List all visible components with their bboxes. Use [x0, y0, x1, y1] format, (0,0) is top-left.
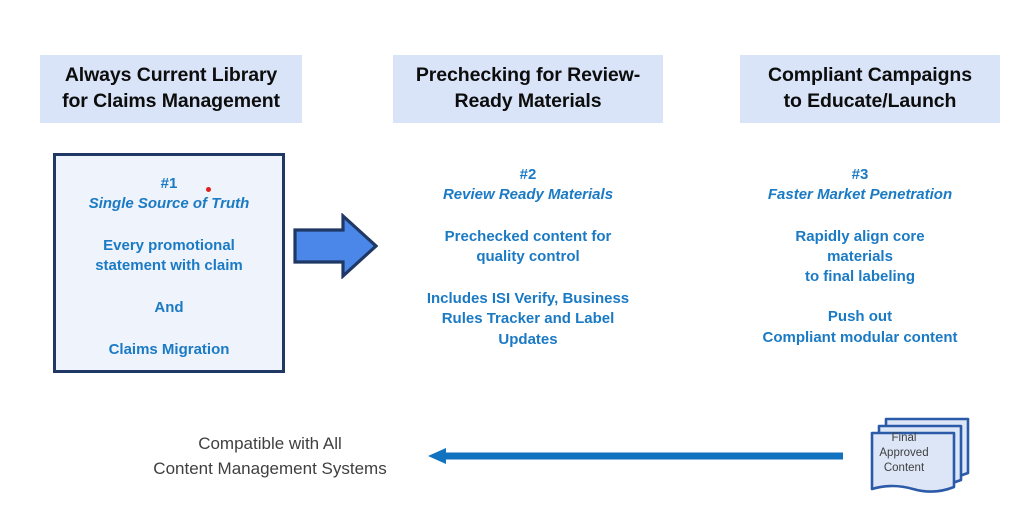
- column-2-paragraph-1-line-2: quality control: [476, 248, 580, 266]
- column-header-3-line1: Compliant Campaigns: [768, 64, 972, 87]
- column-1-paragraph-3: Claims Migration: [56, 340, 282, 360]
- document-sheet-1: [870, 431, 956, 493]
- column-2-paragraph-2-line-1: Includes ISI Verify, Business: [426, 290, 630, 308]
- left-line-arrow-head: [428, 448, 446, 464]
- column-1-paragraph-3-line-1: Claims Migration: [108, 341, 230, 359]
- column-2-paragraph-2-line-3: Updates: [498, 330, 558, 348]
- footer-caption-line2: Content Management Systems: [153, 458, 387, 478]
- column-1-paragraph-1-line-2: statement with claim: [95, 257, 243, 275]
- column-header-3: Compliant Campaigns to Educate/Launch: [740, 55, 1000, 123]
- column-2-subtitle: Review Ready Materials: [442, 186, 614, 204]
- column-header-2: Prechecking for Review- Ready Materials: [393, 55, 663, 123]
- column-3-paragraph-2-line-2: Compliant modular content: [762, 328, 958, 346]
- column-1-paragraph-2: And: [56, 298, 282, 318]
- footer-caption: Compatible with All Content Management S…: [120, 432, 420, 481]
- column-header-1: Always Current Library for Claims Manage…: [40, 55, 302, 123]
- column-2-paragraph-2-line-2: Rules Tracker and Label: [441, 310, 615, 328]
- column-body-3: #3 Faster Market Penetration Rapidly ali…: [722, 165, 998, 348]
- column-3-paragraph-1-line-1: Rapidly align core: [795, 228, 925, 246]
- column-1-number: #1: [160, 175, 178, 192]
- column-3-number: #3: [851, 166, 869, 183]
- column-1-subtitle: Single Source of Truth: [88, 195, 250, 213]
- column-1-paragraph-2-line-1: And: [154, 299, 184, 317]
- column-3-subtitle: Faster Market Penetration: [767, 186, 953, 204]
- column-header-2-line1: Prechecking for Review-: [415, 64, 641, 87]
- column-header-1-line1: Always Current Library: [64, 64, 278, 87]
- column-body-1: #1 Single Source of Truth Every promotio…: [53, 153, 285, 373]
- column-header-1-line2: for Claims Management: [62, 90, 280, 112]
- column-2-number: #2: [519, 166, 537, 183]
- document-stack-icon: [870, 417, 970, 493]
- column-header-1-text: Always Current Library for Claims Manage…: [62, 63, 280, 114]
- column-2-paragraph-2: Includes ISI Verify, Business Rules Trac…: [390, 289, 666, 349]
- column-body-2: #2 Review Ready Materials Prechecked con…: [390, 165, 666, 350]
- column-3-paragraph-1: Rapidly align core materials to final la…: [722, 227, 998, 287]
- column-header-2-text: Prechecking for Review- Ready Materials: [416, 63, 640, 114]
- column-2-paragraph-1-line-1: Prechecked content for: [444, 228, 612, 246]
- column-header-3-text: Compliant Campaigns to Educate/Launch: [768, 63, 972, 114]
- diagram-canvas: Always Current Library for Claims Manage…: [0, 0, 1024, 532]
- column-2-paragraph-1: Prechecked content for quality control: [390, 227, 666, 267]
- right-block-arrow-icon: [293, 213, 378, 279]
- column-1-paragraph-1: Every promotional statement with claim: [56, 236, 282, 276]
- column-1-paragraph-1-line-1: Every promotional: [103, 237, 235, 255]
- column-3-paragraph-1-line-3: to final labeling: [804, 268, 915, 286]
- column-header-2-line2: Ready Materials: [454, 90, 602, 112]
- column-3-paragraph-2-line-1: Push out: [827, 308, 893, 326]
- column-header-3-line2: to Educate/Launch: [783, 90, 957, 112]
- column-3-paragraph-2: Push out Compliant modular content: [722, 307, 998, 347]
- column-1-subtitle-wrap: Single Source of Truth: [56, 187, 282, 214]
- column-3-paragraph-1-line-2: materials: [827, 248, 893, 266]
- right-block-arrow-shape: [293, 213, 378, 279]
- left-line-arrow-icon: [428, 448, 843, 464]
- footer-caption-line1: Compatible with All: [198, 434, 342, 453]
